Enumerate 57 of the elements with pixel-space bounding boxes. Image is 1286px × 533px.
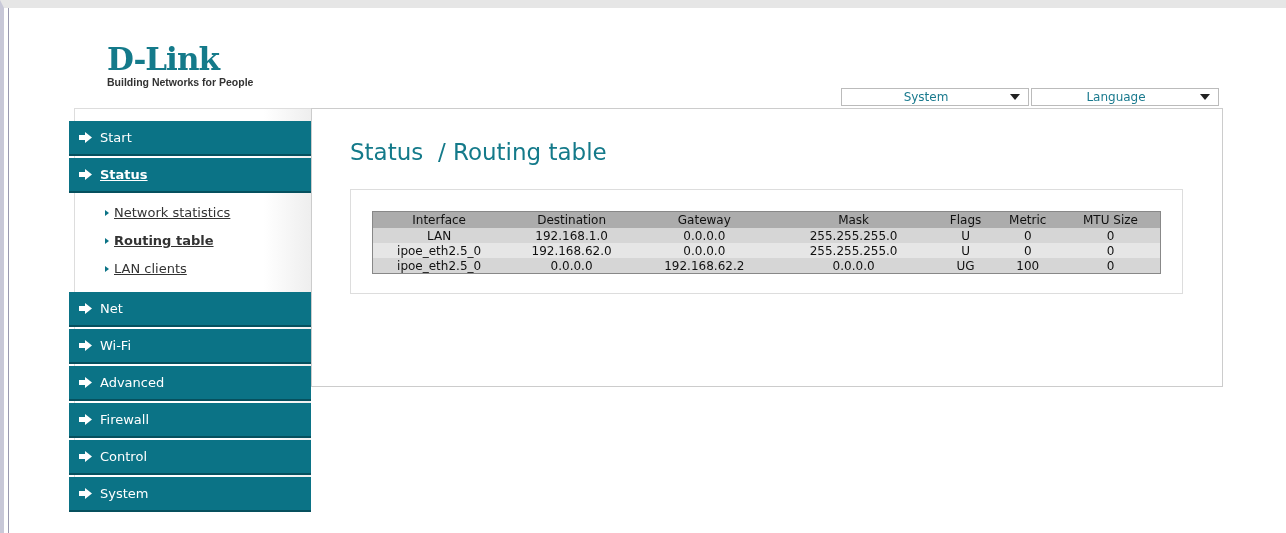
submenu-link[interactable]: LAN clients [114, 261, 187, 276]
sidebar-item[interactable]: Advanced [69, 366, 311, 399]
sidebar-item[interactable]: Control [69, 440, 311, 473]
bullet-icon [105, 237, 109, 244]
sidebar-item[interactable]: System [69, 477, 311, 510]
table-cell: 100 [994, 258, 1061, 274]
menu-dropdown[interactable]: System [841, 88, 1029, 106]
sidebar-item[interactable]: Start [69, 121, 311, 154]
column-header: Gateway [637, 211, 771, 228]
sidebar-item[interactable]: Wi-Fi [69, 329, 311, 362]
table-cell: U [936, 243, 995, 258]
table-cell: 192.168.62.2 [637, 258, 771, 274]
arrow-icon [79, 132, 92, 143]
column-header: Interface [372, 211, 506, 228]
table-cell: ipoe_eth2.5_0 [372, 243, 506, 258]
submenu-link[interactable]: Network statistics [114, 205, 231, 220]
column-header: Mask [770, 211, 937, 228]
table-cell: 0 [994, 228, 1061, 243]
column-header: Metric [994, 211, 1061, 228]
table-cell: 255.255.255.0 [770, 243, 937, 258]
submenu-link[interactable]: Routing table [114, 233, 214, 248]
caret-icon [1010, 94, 1020, 100]
table-cell: 0.0.0.0 [505, 258, 638, 274]
bullet-icon [105, 265, 109, 272]
table-cell: 0 [1060, 258, 1161, 274]
menu-dropdown[interactable]: Language [1031, 88, 1219, 106]
table-cell: ipoe_eth2.5_0 [372, 258, 506, 274]
arrow-icon [79, 451, 92, 462]
table-cell: U [936, 228, 995, 243]
table-cell: 192.168.62.0 [505, 243, 638, 258]
table-cell: 0 [994, 243, 1061, 258]
arrow-icon [79, 340, 92, 351]
table-cell: 192.168.1.0 [505, 228, 638, 243]
page-title: Status / Routing table [350, 139, 608, 165]
column-header: MTU Size [1060, 211, 1161, 228]
logo-tagline: Building Networks for People [107, 76, 255, 88]
bullet-icon [105, 209, 109, 216]
arrow-icon [79, 377, 92, 388]
logo: D-Link [107, 44, 222, 75]
arrow-icon [79, 169, 92, 180]
column-header: Flags [936, 211, 995, 228]
table-cell: 0 [1060, 243, 1161, 258]
column-header: Destination [505, 211, 638, 228]
table-cell: 0.0.0.0 [770, 258, 937, 274]
table-cell: 0 [1060, 228, 1161, 243]
table-cell: LAN [372, 228, 506, 243]
arrow-icon [79, 488, 92, 499]
table-cell: UG [936, 258, 995, 274]
table-cell: 0.0.0.0 [637, 243, 771, 258]
arrow-icon [79, 303, 92, 314]
caret-icon [1200, 94, 1210, 100]
table-cell: 255.255.255.0 [770, 228, 937, 243]
sidebar-item[interactable]: Firewall [69, 403, 311, 436]
sidebar-item[interactable]: Net [69, 292, 311, 325]
table-cell: 0.0.0.0 [637, 228, 771, 243]
sidebar-item[interactable]: Status [69, 158, 311, 191]
arrow-icon [79, 414, 92, 425]
